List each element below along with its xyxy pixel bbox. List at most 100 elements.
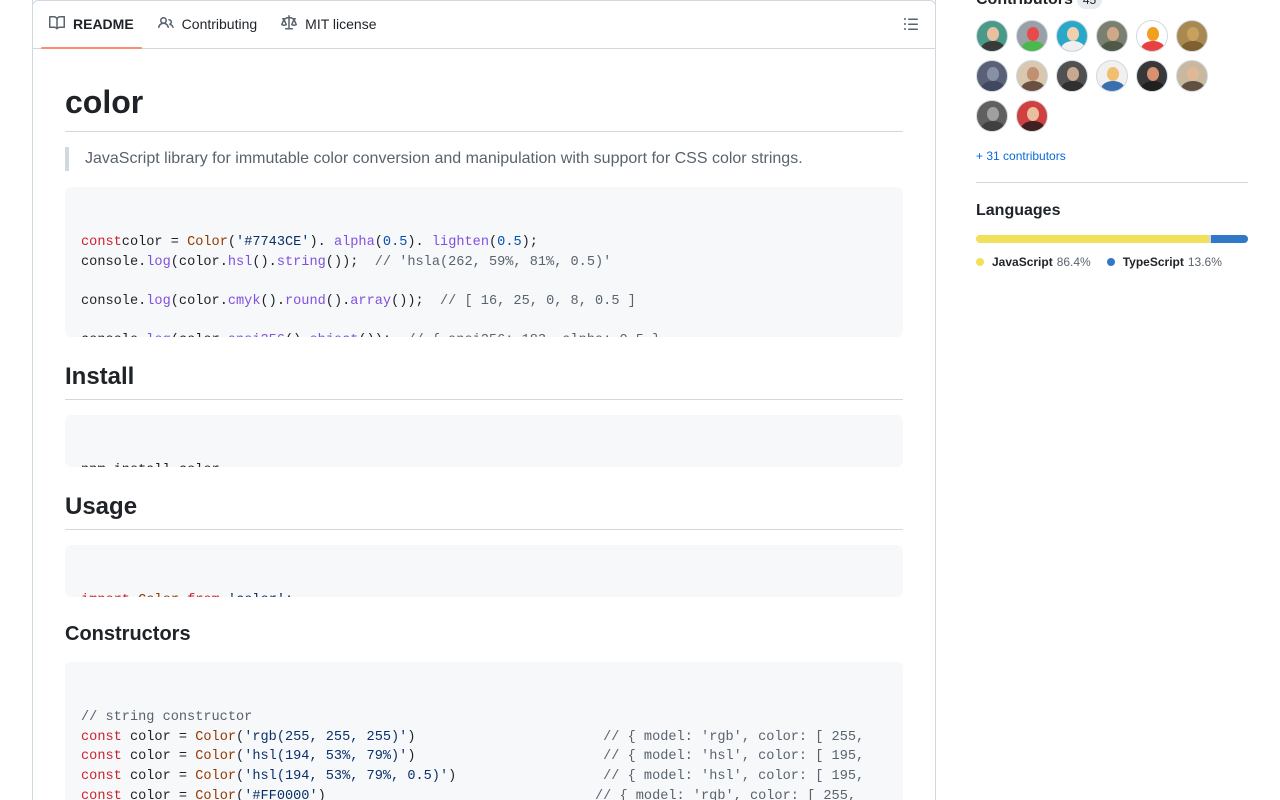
repo-sidebar: Contributors45 + 31 contributors Languag…	[976, 0, 1248, 800]
avatar-face	[1027, 107, 1039, 121]
code-token: // string constructor	[81, 710, 253, 725]
code-token: string	[276, 254, 326, 270]
avatar-body	[981, 41, 1005, 51]
avatar-body	[1141, 81, 1165, 91]
code-token: ().	[260, 294, 285, 310]
contributor-avatar[interactable]	[976, 60, 1008, 92]
contributor-avatar[interactable]	[1016, 100, 1048, 132]
code-token: 0.5	[382, 235, 408, 250]
copy-button[interactable]	[869, 675, 889, 695]
tab-readme[interactable]: README	[41, 0, 142, 49]
language-item[interactable]: JavaScript 86.4%	[976, 254, 1091, 270]
code-token: npm install color	[81, 463, 220, 467]
contributors-count-badge: 45	[1076, 0, 1103, 9]
code-lines: import Color from 'color';	[81, 591, 887, 597]
code-token: alpha	[333, 235, 375, 250]
contributor-avatar[interactable]	[1096, 60, 1128, 92]
code-token: (color.	[171, 333, 228, 337]
avatar-face	[1067, 27, 1079, 41]
avatar-body	[1021, 41, 1045, 51]
code-token: ).	[309, 235, 334, 250]
code-token: 'hsl(194, 53%, 79%, 0.5)'	[244, 769, 449, 785]
language-dot-icon	[976, 258, 984, 266]
code-token: Color	[195, 769, 237, 785]
avatar-face	[1107, 27, 1119, 41]
readme-description: JavaScript library for immutable color c…	[65, 147, 903, 171]
language-percent: 13.6%	[1187, 255, 1222, 269]
language-item[interactable]: TypeScript 13.6%	[1106, 254, 1222, 270]
code-token: (	[488, 235, 498, 250]
avatar-face	[1027, 67, 1039, 81]
book-icon	[49, 15, 66, 34]
code-token: array	[350, 294, 392, 310]
avatar-face	[1147, 67, 1159, 81]
tab-label: README	[73, 16, 134, 32]
contributor-avatar[interactable]	[976, 20, 1008, 52]
contributor-avatar[interactable]	[1176, 60, 1208, 92]
contributor-avatar[interactable]	[1016, 60, 1048, 92]
contributor-avatar[interactable]	[1136, 20, 1168, 52]
contributor-avatar[interactable]	[1056, 20, 1088, 52]
code-token: 0.5	[497, 235, 522, 250]
contributor-avatar[interactable]	[1176, 20, 1208, 52]
copy-button[interactable]	[869, 428, 889, 448]
readme-tabbar: README Contributing MIT license	[33, 0, 935, 49]
install-code-block: npm install color	[65, 415, 903, 467]
code-token: ;	[285, 593, 293, 597]
copy-button[interactable]	[869, 558, 889, 578]
code-token: '#FF0000'	[244, 788, 318, 800]
code-token: ansi256	[228, 333, 285, 337]
avatar-face	[1027, 27, 1039, 41]
avatar-body	[981, 81, 1005, 91]
tab-contributing[interactable]: Contributing	[150, 0, 266, 48]
avatar-face	[1187, 67, 1199, 81]
readme-panel: README Contributing MIT license color Ja…	[32, 0, 936, 800]
usage-heading: Usage	[65, 492, 903, 530]
contributor-avatar[interactable]	[1096, 20, 1128, 52]
avatar-body	[1181, 81, 1205, 91]
code-line: const color = Color('hsl(194, 53%, 79%)'…	[81, 747, 887, 767]
people-icon	[157, 15, 174, 34]
more-contributors-link[interactable]: + 31 contributors	[976, 149, 1066, 163]
code-token: color =	[121, 749, 196, 765]
avatar-face	[1067, 67, 1079, 81]
code-line: import Color from 'color';	[81, 591, 887, 597]
contributor-avatar[interactable]	[1136, 60, 1168, 92]
tab-license[interactable]: MIT license	[273, 0, 384, 48]
languages-heading: Languages	[976, 202, 1061, 219]
constructors-heading: Constructors	[65, 623, 191, 645]
code-token: color =	[121, 769, 196, 785]
code-token: log	[146, 294, 171, 310]
avatar-face	[1107, 67, 1119, 81]
code-token: (color.	[170, 254, 228, 270]
code-token: (	[236, 769, 245, 785]
code-token: lighten	[431, 235, 489, 250]
contributors-heading[interactable]: Contributors45	[976, 0, 1103, 10]
language-percent: 86.4%	[1056, 255, 1091, 269]
code-token: ());	[358, 333, 407, 337]
code-line: constcolor = Color('#7743CE'). alpha(0.5…	[81, 233, 887, 253]
sidebar-divider	[976, 182, 1248, 183]
tab-label: MIT license	[305, 16, 377, 32]
code-token: import	[81, 593, 130, 597]
contributor-avatar[interactable]	[976, 100, 1008, 132]
avatar-body	[1061, 41, 1085, 51]
code-token: )	[317, 788, 595, 800]
contributors-heading-label: Contributors	[976, 0, 1073, 8]
code-token: ().	[252, 254, 277, 270]
code-token: Color	[187, 235, 228, 250]
avatar-body	[1181, 41, 1205, 51]
contributor-avatar[interactable]	[1016, 20, 1048, 52]
avatar-body	[1021, 81, 1045, 91]
code-token: // { model: 'hsl', color: [ 195,	[603, 769, 865, 785]
code-token: const	[81, 769, 122, 785]
code-token: const	[81, 749, 122, 765]
code-token: )	[448, 769, 604, 785]
avatar-face	[1187, 27, 1199, 41]
outline-button[interactable]	[903, 16, 919, 32]
code-token: (	[236, 729, 245, 745]
code-token: // { model: 'rgb', color: [ 255,	[594, 788, 857, 800]
copy-button[interactable]	[869, 200, 889, 220]
code-token: ).	[407, 235, 432, 250]
contributor-avatar[interactable]	[1056, 60, 1088, 92]
